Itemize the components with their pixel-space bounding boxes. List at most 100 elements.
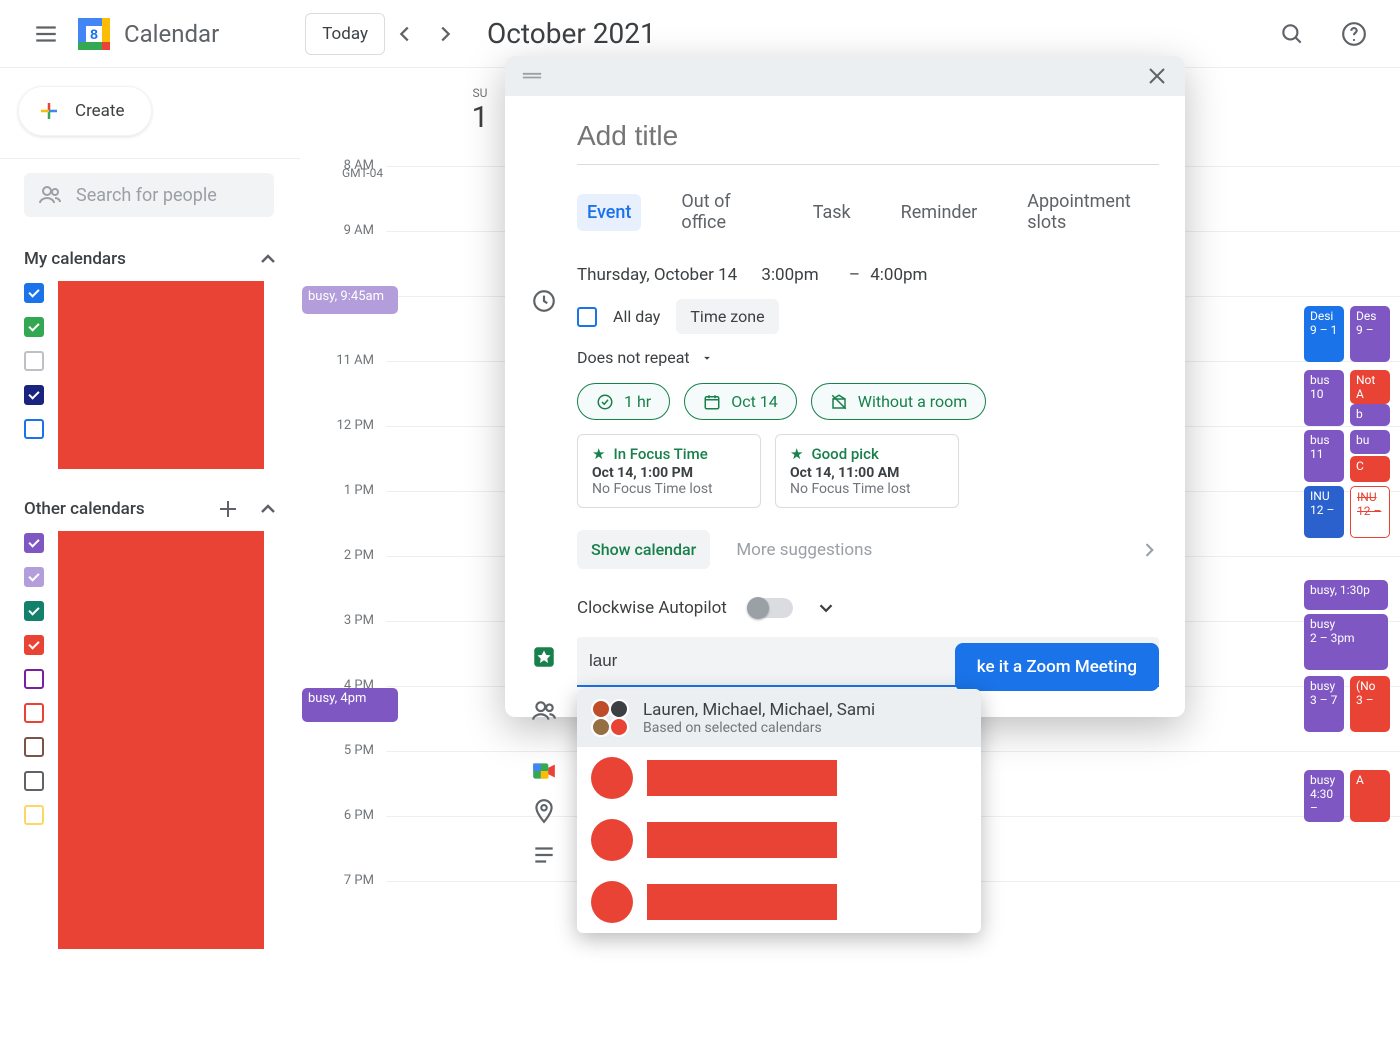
calendar-checkbox[interactable]	[24, 283, 44, 303]
chevron-down-icon[interactable]	[815, 597, 837, 619]
app-name: Calendar	[124, 20, 219, 48]
calendar-checkbox[interactable]	[24, 567, 44, 587]
end-time: 4:00pm	[870, 265, 927, 285]
calendar-checkbox[interactable]	[24, 351, 44, 371]
time-suggestion-card[interactable]: ★Good pickOct 14, 11:00 AMNo Focus Time …	[775, 434, 959, 508]
calendar-event[interactable]: bus11	[1304, 430, 1344, 482]
hour-label: 6 PM	[320, 808, 374, 823]
guest-suggestion[interactable]	[577, 747, 981, 809]
calendar-checkbox[interactable]	[24, 805, 44, 825]
smart-chip[interactable]: Without a room	[811, 383, 987, 420]
prev-button[interactable]	[385, 14, 425, 54]
create-button[interactable]: Create	[18, 86, 152, 136]
guest-suggestion[interactable]: Lauren, Michael, Michael, Sami Based on …	[577, 689, 981, 747]
svg-text:8: 8	[90, 26, 98, 42]
repeat-dropdown[interactable]: Does not repeat	[577, 348, 1159, 367]
avatar	[591, 757, 633, 799]
timezone-button[interactable]: Time zone	[676, 299, 778, 334]
time-row[interactable]: Thursday, October 14 3:00pm – 4:00pm	[577, 265, 1159, 285]
other-calendars-header[interactable]: Other calendars	[18, 491, 286, 531]
calendar-checkbox[interactable]	[24, 601, 44, 621]
guest-suggestion[interactable]	[577, 809, 981, 871]
hour-label: 11 AM	[320, 353, 374, 368]
time-suggestion-card[interactable]: ★In Focus TimeOct 14, 1:00 PMNo Focus Ti…	[577, 434, 761, 508]
event-type-tab[interactable]: Appointment slots	[1017, 183, 1159, 241]
plus-icon	[37, 99, 61, 123]
clockwise-icon	[531, 644, 557, 670]
calendar-event[interactable]: busy4:30 –	[1304, 770, 1344, 822]
calendar-checkbox[interactable]	[24, 635, 44, 655]
event-title-input[interactable]	[577, 114, 1159, 165]
calendar-event[interactable]: busy, 1:30p	[1304, 580, 1388, 610]
zoom-meeting-button[interactable]: ke it a Zoom Meeting	[955, 643, 1159, 691]
calendar-event[interactable]: C	[1350, 456, 1390, 482]
redacted-name	[647, 884, 837, 920]
caret-down-icon	[700, 351, 714, 365]
event-type-tab[interactable]: Event	[577, 194, 641, 231]
event-type-tabs: Event Out of office Task Reminder Appointmen…	[577, 183, 1159, 241]
redacted-name	[647, 822, 837, 858]
hour-label: 2 PM	[320, 548, 374, 563]
search-people-field[interactable]: Search for people	[24, 173, 274, 217]
calendar-checkbox[interactable]	[24, 703, 44, 723]
calendar-event[interactable]: A	[1350, 770, 1390, 822]
hour-label: 9 AM	[320, 223, 374, 238]
my-calendars-title: My calendars	[24, 249, 126, 269]
calendar-checkbox[interactable]	[24, 317, 44, 337]
clock-icon	[531, 288, 557, 314]
calendar-logo-icon: 8	[72, 12, 116, 56]
help-icon[interactable]	[1332, 12, 1376, 56]
calendar-event[interactable]: busy3 – 7	[1304, 676, 1344, 732]
smart-chip[interactable]: 1 hr	[577, 383, 670, 420]
calendar-event[interactable]: Desi9 – 1	[1304, 306, 1344, 362]
calendar-event[interactable]: busy, 9:45am	[302, 286, 398, 314]
search-icon[interactable]	[1270, 12, 1314, 56]
calendar-checkbox[interactable]	[24, 771, 44, 791]
hour-label: 5 PM	[320, 743, 374, 758]
add-calendar-icon[interactable]	[216, 497, 240, 521]
hamburger-menu-icon[interactable]	[24, 12, 68, 56]
event-type-tab[interactable]: Reminder	[891, 194, 988, 231]
calendar-event[interactable]: bu	[1350, 430, 1390, 454]
calendar-checkbox[interactable]	[24, 533, 44, 553]
calendar-event[interactable]: bus10	[1304, 370, 1344, 426]
calendar-event[interactable]: Des9 –	[1350, 306, 1390, 362]
my-calendars-list	[18, 281, 286, 469]
calendar-event[interactable]: busy2 – 3pm	[1304, 614, 1388, 670]
hour-label: 1 PM	[320, 483, 374, 498]
clockwise-label: Clockwise Autopilot	[577, 598, 727, 618]
clockwise-toggle[interactable]	[749, 598, 793, 618]
all-day-checkbox[interactable]	[577, 307, 597, 327]
meet-icon	[531, 758, 557, 784]
suggestion-names: Lauren, Michael, Michael, Sami	[643, 700, 875, 720]
chevron-right-icon	[1139, 540, 1159, 560]
logo: 8 Calendar	[72, 12, 219, 56]
more-suggestions-button[interactable]: More suggestions	[736, 540, 872, 560]
panel-drag-bar[interactable]	[505, 56, 1185, 96]
event-type-tab[interactable]: Out of office	[671, 183, 772, 241]
event-type-tab[interactable]: Task	[803, 194, 861, 231]
smart-chip[interactable]: Oct 14	[684, 383, 797, 420]
my-calendars-header[interactable]: My calendars	[18, 241, 286, 281]
calendar-event[interactable]: (No3 –	[1350, 676, 1390, 732]
calendar-event[interactable]: INU12 –	[1350, 486, 1390, 538]
divider	[0, 158, 300, 159]
calendar-checkbox[interactable]	[24, 737, 44, 757]
chevron-up-icon	[256, 247, 280, 271]
hour-label: 8 AM	[320, 158, 374, 173]
calendar-checkbox[interactable]	[24, 669, 44, 689]
calendar-event[interactable]: busy, 4pm	[302, 688, 398, 722]
today-button[interactable]: Today	[305, 13, 385, 55]
calendar-event[interactable]: Not A	[1350, 370, 1390, 404]
start-time: 3:00pm	[761, 265, 818, 285]
hour-label: 12 PM	[320, 418, 374, 433]
calendar-event[interactable]: INU12 –	[1304, 486, 1344, 538]
suggestion-subtitle: Based on selected calendars	[643, 720, 875, 736]
guest-suggestion[interactable]	[577, 871, 981, 933]
show-calendar-button[interactable]: Show calendar	[577, 530, 710, 569]
calendar-checkbox[interactable]	[24, 385, 44, 405]
calendar-event[interactable]: b	[1350, 404, 1390, 426]
calendar-checkbox[interactable]	[24, 419, 44, 439]
close-icon[interactable]	[1145, 64, 1169, 88]
next-button[interactable]	[425, 14, 465, 54]
